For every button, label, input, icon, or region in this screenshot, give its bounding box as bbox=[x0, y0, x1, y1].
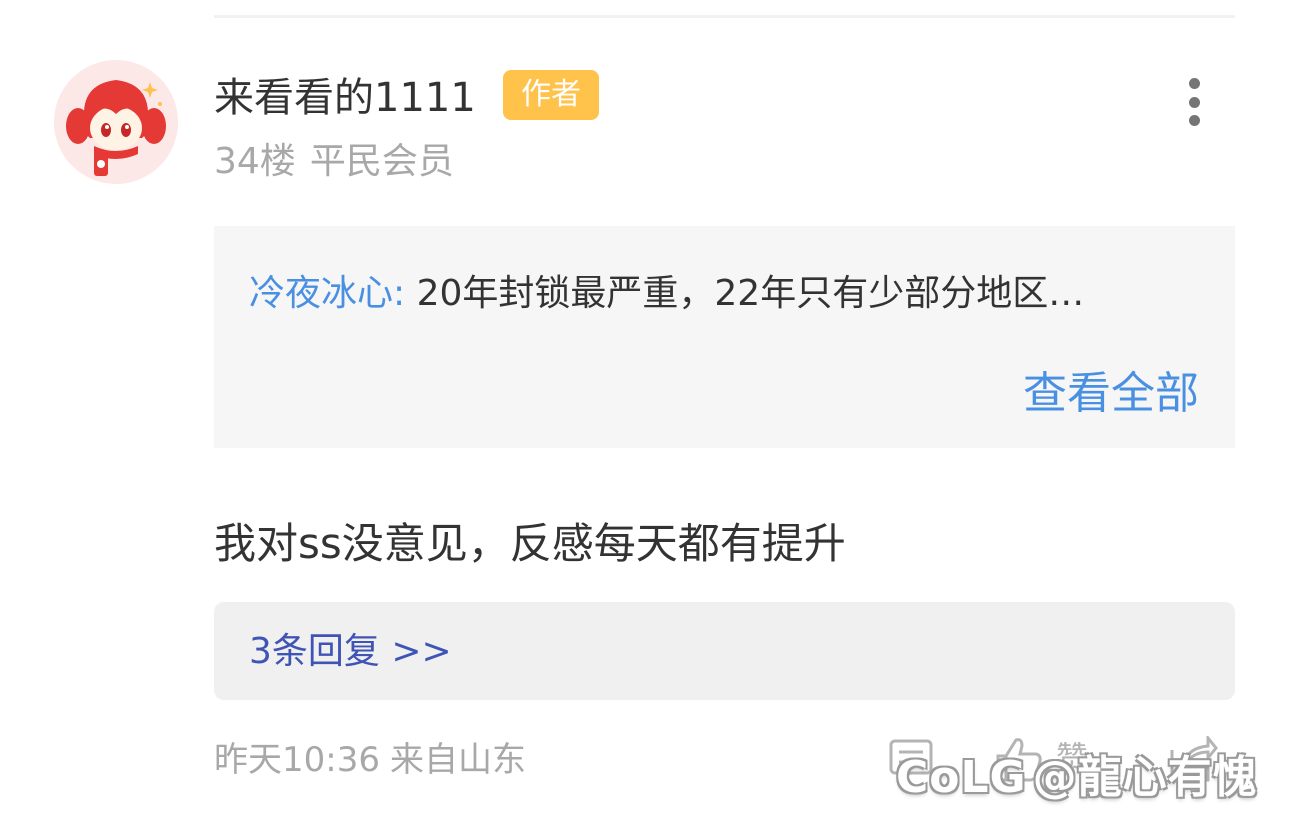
post-location: 来自山东 bbox=[389, 740, 526, 780]
view-all-link[interactable]: 查看全部 bbox=[1023, 366, 1199, 422]
watermark: CoLG @龍心有愧 bbox=[896, 748, 1258, 808]
post-body: 我对ss没意见，反感每天都有提升 bbox=[214, 519, 846, 568]
replies-panel[interactable]: 3条回复 >> bbox=[214, 602, 1235, 700]
quote-author[interactable]: 冷夜冰心: bbox=[249, 273, 405, 314]
watermark-brand: CoLG bbox=[896, 752, 1027, 803]
post-footer-meta: 昨天10:36 来自山东 bbox=[214, 736, 526, 784]
quote-line: 冷夜冰心: 20年封锁最严重，22年只有少部分地区… bbox=[249, 270, 1084, 318]
author-badge: 作者 bbox=[503, 70, 599, 120]
author-name[interactable]: 来看看的1111 bbox=[214, 72, 476, 124]
avatar-image bbox=[54, 60, 178, 184]
member-level: 平民会员 bbox=[309, 141, 454, 182]
floor-number: 34楼 bbox=[214, 141, 296, 182]
watermark-handle: @龍心有愧 bbox=[1032, 752, 1258, 803]
top-divider bbox=[214, 15, 1235, 18]
quote-text: 20年封锁最严重，22年只有少部分地区… bbox=[416, 273, 1085, 314]
replies-link[interactable]: 3条回复 >> bbox=[249, 628, 452, 676]
quoted-post[interactable]: 冷夜冰心: 20年封锁最严重，22年只有少部分地区… 查看全部 bbox=[214, 226, 1235, 448]
more-options-button[interactable] bbox=[1172, 74, 1216, 130]
more-vertical-icon bbox=[1188, 78, 1200, 89]
post-meta: 34楼 平民会员 bbox=[214, 138, 454, 186]
avatar[interactable] bbox=[54, 60, 178, 184]
post-time: 昨天10:36 bbox=[214, 740, 380, 780]
